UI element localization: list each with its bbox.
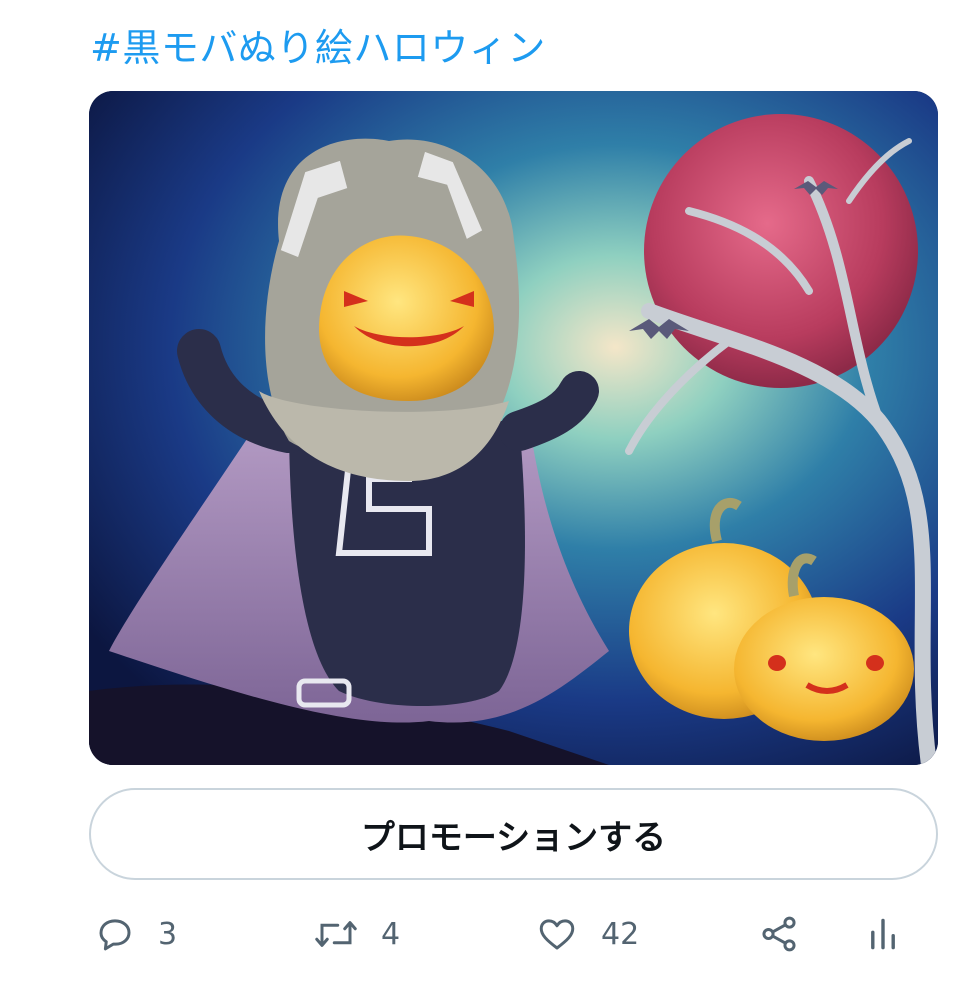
promote-button[interactable]: プロモーションする <box>89 788 938 880</box>
heart-icon <box>539 919 575 950</box>
tweet-image[interactable] <box>89 91 938 765</box>
reply-icon <box>99 919 131 951</box>
share-icon <box>762 916 796 952</box>
like-count: 42 <box>601 916 640 952</box>
reply-count: 3 <box>158 916 178 952</box>
halloween-illustration <box>89 91 938 765</box>
tweet-action-bar: 3 4 42 <box>0 904 963 964</box>
like-button[interactable]: 42 <box>535 904 639 964</box>
analytics-icon <box>871 918 895 950</box>
hashtag-link[interactable]: #黒モバぬり絵ハロウィン <box>90 22 546 74</box>
retweet-count: 4 <box>381 916 401 952</box>
retweet-button[interactable]: 4 <box>313 904 400 964</box>
share-button[interactable] <box>758 904 800 964</box>
reply-button[interactable]: 3 <box>94 904 177 964</box>
analytics-button[interactable] <box>866 904 900 964</box>
retweet-icon <box>315 921 357 947</box>
